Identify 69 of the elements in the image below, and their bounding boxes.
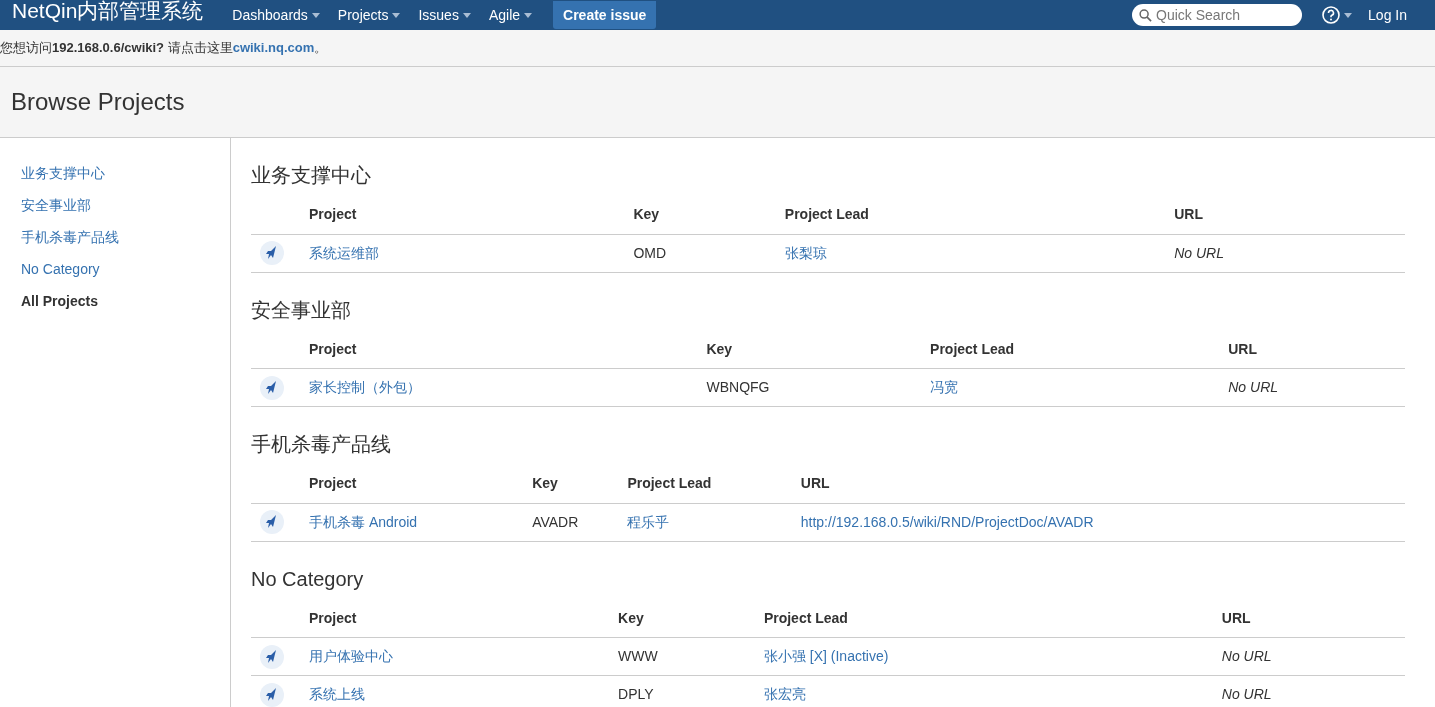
nav-menu[interactable]: Projects <box>328 4 410 26</box>
sidebar-item[interactable]: 手机杀毒产品线 <box>21 227 230 248</box>
project-link[interactable]: 系统运维部 <box>309 244 379 261</box>
category-heading: 安全事业部 <box>251 297 352 323</box>
nav-menu[interactable]: Issues <box>409 4 480 26</box>
rocket-icon <box>260 375 284 400</box>
project-link[interactable]: 用户体验中心 <box>309 648 393 664</box>
rocket-icon <box>260 241 284 265</box>
project-key: WWW <box>618 648 658 664</box>
sidebar-item[interactable]: 安全事业部 <box>21 195 230 216</box>
project-key: AVADR <box>532 513 579 530</box>
rocket-icon <box>260 510 284 534</box>
sidebar-item[interactable]: All Projects <box>21 291 230 312</box>
column-header: URL <box>1228 340 1258 357</box>
project-link[interactable]: 手机杀毒 Android <box>309 513 418 530</box>
no-url-text: No URL <box>1221 686 1272 702</box>
project-url-link[interactable]: http://192.168.0.5/wiki/RND/ProjectDoc/AVADR <box>800 513 1094 530</box>
column-header: Project Lead <box>930 340 1015 357</box>
column-header: Project <box>309 609 357 626</box>
quick-search-field[interactable]: Quick Search <box>1132 4 1303 26</box>
project-lead-link[interactable]: 张宏亮 <box>763 686 806 702</box>
column-header: Key <box>532 475 558 491</box>
project-key: DPLY <box>618 686 654 702</box>
nav-menu[interactable]: Dashboards <box>223 4 329 26</box>
app-logo[interactable]: NetQin内部管理系统 <box>12 0 204 27</box>
caret-icon <box>311 12 320 18</box>
project-link[interactable]: 家长控制（外包） <box>309 379 421 395</box>
rocket-icon <box>260 682 284 707</box>
help-button[interactable] <box>1322 6 1353 24</box>
wiki-link[interactable]: cwiki.nq.com <box>232 40 315 56</box>
category-heading: 业务支撑中心 <box>251 163 372 188</box>
column-header: Project <box>309 340 357 357</box>
project-lead-link[interactable]: 张梨琼 <box>784 244 827 261</box>
column-header: Key <box>618 609 644 626</box>
project-lead-link[interactable]: 冯宽 <box>930 379 959 395</box>
page-title: Browse Projects <box>11 87 185 117</box>
no-url-text: No URL <box>1174 244 1224 261</box>
column-header: Project <box>309 475 357 491</box>
column-header: URL <box>1221 609 1251 626</box>
rocket-icon <box>260 644 284 669</box>
column-header: Project Lead <box>763 609 848 626</box>
redirect-notice: 您想访问192.168.0.6/cwiki? 请点击这里cwiki.nq.com。 <box>0 39 328 58</box>
project-lead-link[interactable]: 程乐乎 <box>627 513 670 530</box>
log-in-link[interactable]: Log In <box>1368 4 1407 26</box>
help-icon <box>1322 6 1341 24</box>
caret-icon <box>392 12 401 18</box>
project-key: OMD <box>633 244 667 261</box>
no-url-text: No URL <box>1221 648 1272 664</box>
project-link[interactable]: 系统上线 <box>309 686 365 702</box>
caret-icon <box>524 12 533 18</box>
column-header: Project Lead <box>627 475 712 491</box>
nav-menu[interactable]: Agile <box>479 4 542 26</box>
project-key: WBNQFG <box>706 379 770 395</box>
caret-icon <box>462 12 471 18</box>
column-header: URL <box>1174 206 1203 222</box>
no-url-text: No URL <box>1228 379 1279 395</box>
column-header: Project <box>309 206 357 222</box>
category-heading: 手机杀毒产品线 <box>251 432 392 457</box>
create-issue-button[interactable]: Create issue <box>553 1 657 29</box>
sidebar-item[interactable]: 业务支撑中心 <box>21 163 230 184</box>
column-header: Key <box>706 340 733 357</box>
sidebar-item[interactable]: No Category <box>21 259 230 280</box>
project-lead-link[interactable]: 张小强 [X] (Inactive) <box>763 648 889 664</box>
caret-icon <box>1344 12 1353 18</box>
column-header: Key <box>633 206 660 222</box>
category-heading: No Category <box>251 566 365 592</box>
column-header: Project Lead <box>784 206 869 222</box>
search-icon <box>1139 9 1153 22</box>
column-header: URL <box>800 475 830 491</box>
